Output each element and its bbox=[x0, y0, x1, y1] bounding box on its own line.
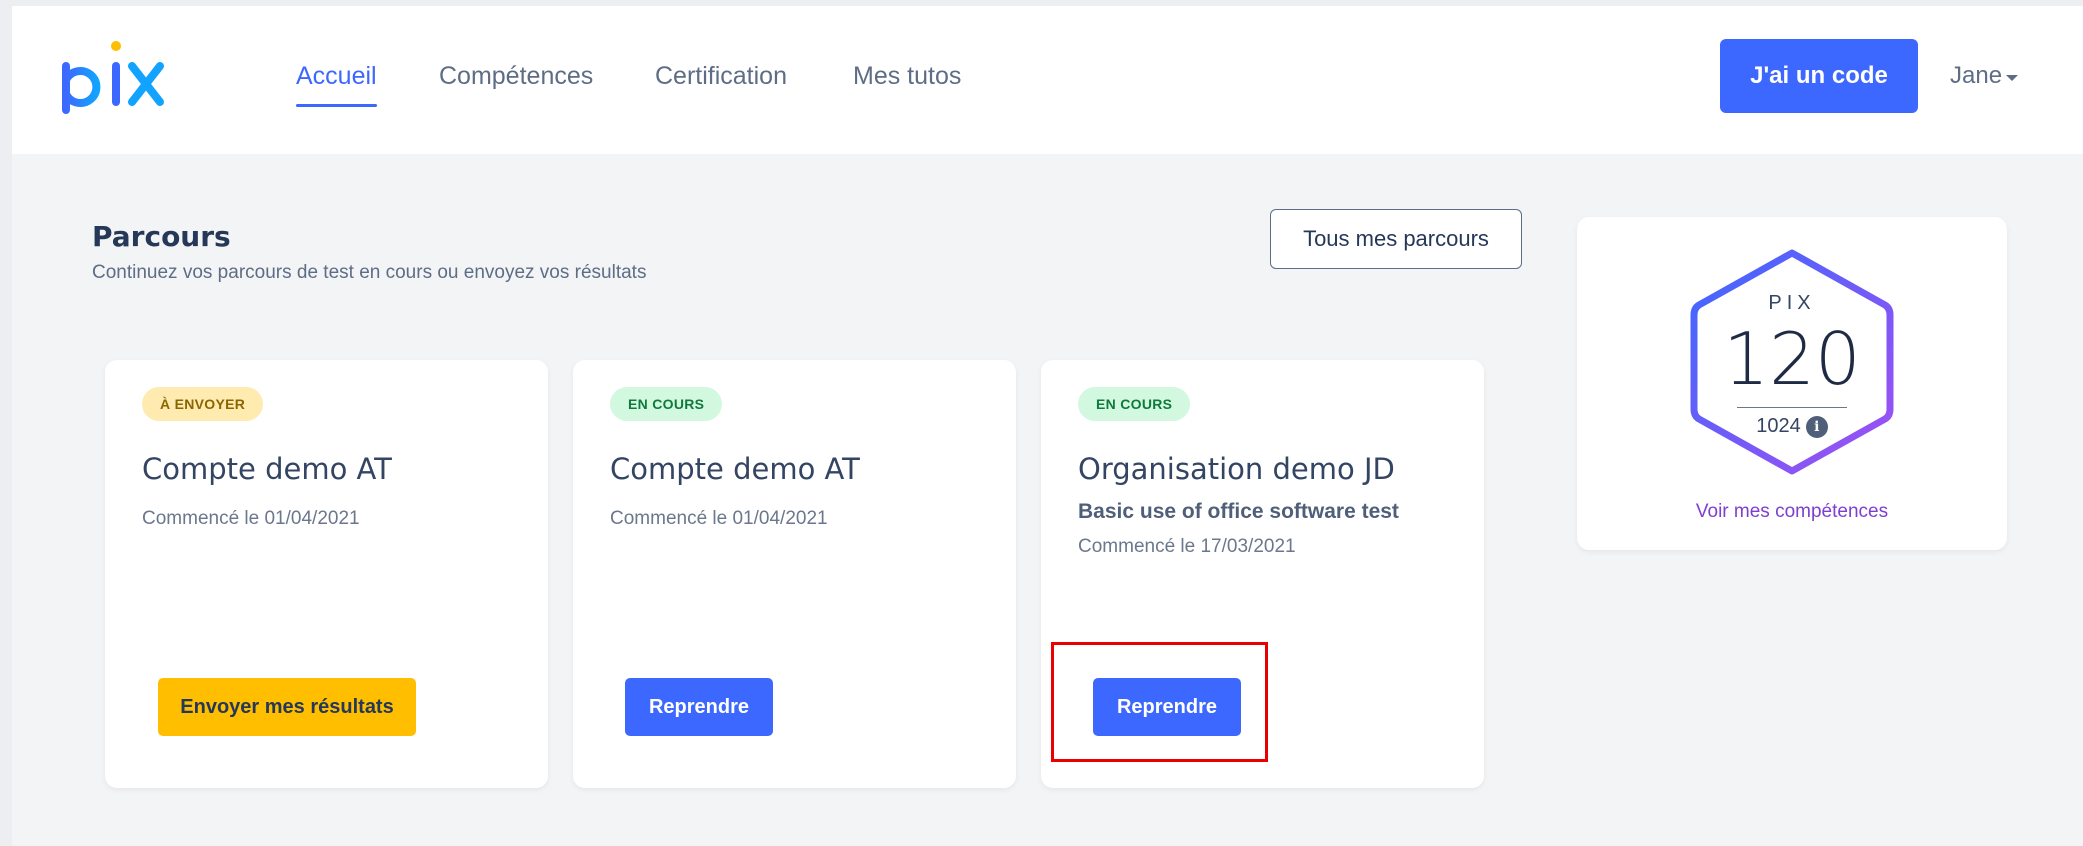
pix-score-card: PIX 120 1024 i Voir mes compétences bbox=[1577, 217, 2007, 550]
info-icon[interactable]: i bbox=[1805, 415, 1828, 438]
card-title: Compte demo AT bbox=[142, 452, 392, 486]
nav-competences-label: Compétences bbox=[439, 62, 594, 90]
user-menu[interactable]: Jane bbox=[1950, 62, 2019, 90]
card-date: Commencé le 01/04/2021 bbox=[142, 508, 360, 529]
card-date: Commencé le 01/04/2021 bbox=[610, 508, 828, 529]
campaign-card: EN COURS Compte demo AT Commencé le 01/0… bbox=[573, 360, 1016, 788]
section-subtitle: Continuez vos parcours de test en cours … bbox=[92, 262, 647, 283]
status-badge: EN COURS bbox=[1078, 387, 1191, 421]
caret-down-icon bbox=[2006, 74, 2019, 81]
app-window: Accueil Compétences Certification Mes tu… bbox=[12, 6, 2083, 846]
all-parcours-button[interactable]: Tous mes parcours bbox=[1270, 209, 1522, 269]
nav-accueil-label: Accueil bbox=[296, 62, 377, 90]
send-results-button[interactable]: Envoyer mes résultats bbox=[158, 678, 416, 736]
nav-certification-label: Certification bbox=[655, 62, 787, 90]
user-name: Jane bbox=[1950, 62, 2003, 89]
nav-mes-tutos-label: Mes tutos bbox=[853, 62, 962, 90]
view-competences-link[interactable]: Voir mes compétences bbox=[1577, 501, 2007, 523]
pix-score: 120 bbox=[1723, 317, 1861, 401]
score-divider bbox=[1737, 407, 1847, 408]
status-badge: À ENVOYER bbox=[142, 387, 264, 421]
pix-logo[interactable] bbox=[58, 32, 168, 122]
card-date: Commencé le 17/03/2021 bbox=[1078, 536, 1296, 557]
pix-max-value: 1024 bbox=[1756, 415, 1801, 437]
status-badge: EN COURS bbox=[610, 387, 723, 421]
card-title: Compte demo AT bbox=[610, 452, 860, 486]
pix-max-score: 1024 i bbox=[1577, 415, 2007, 438]
card-subtitle: Basic use of office software test bbox=[1078, 500, 1399, 523]
top-navbar: Accueil Compétences Certification Mes tu… bbox=[12, 6, 2083, 154]
code-button[interactable]: J'ai un code bbox=[1720, 39, 1918, 113]
highlight-box bbox=[1051, 642, 1268, 762]
nav-competences[interactable]: Compétences bbox=[439, 62, 593, 91]
nav-mes-tutos[interactable]: Mes tutos bbox=[853, 62, 961, 91]
card-title: Organisation demo JD bbox=[1078, 452, 1395, 486]
pix-label: PIX bbox=[1768, 292, 1816, 314]
nav-accueil[interactable]: Accueil bbox=[296, 62, 377, 107]
resume-button[interactable]: Reprendre bbox=[625, 678, 773, 736]
nav-active-underline bbox=[296, 104, 377, 107]
nav-certification[interactable]: Certification bbox=[655, 62, 787, 91]
campaign-card: À ENVOYER Compte demo AT Commencé le 01/… bbox=[105, 360, 548, 788]
section-title: Parcours bbox=[92, 220, 231, 253]
